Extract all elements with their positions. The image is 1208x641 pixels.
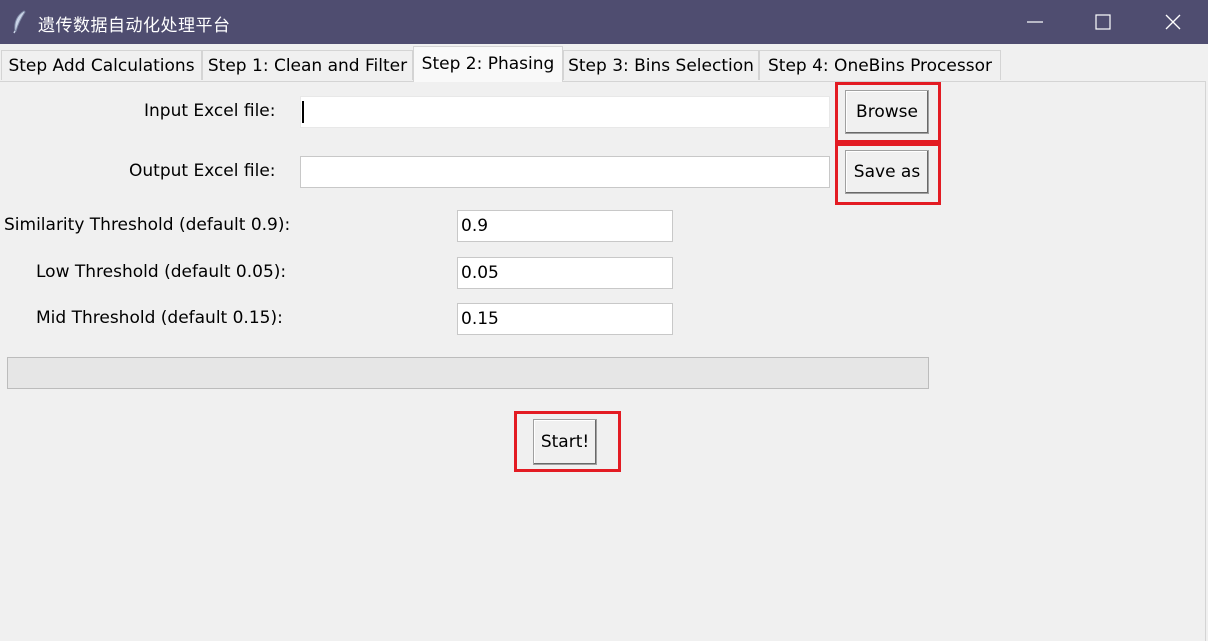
close-button[interactable]: [1138, 0, 1208, 44]
window-title: 遗传数据自动化处理平台: [38, 16, 231, 36]
low-threshold-field[interactable]: [457, 257, 673, 289]
similarity-threshold-label: Similarity Threshold (default 0.9):: [4, 215, 291, 235]
start-button[interactable]: Start!: [533, 419, 597, 465]
tab-step-2-phasing[interactable]: Step 2: Phasing: [413, 46, 563, 82]
input-file-field[interactable]: [300, 96, 830, 128]
minimize-button[interactable]: [1000, 0, 1070, 44]
title-bar: 遗传数据自动化处理平台: [0, 0, 1208, 44]
save-as-button[interactable]: Save as: [845, 150, 929, 194]
minimize-icon: [1027, 21, 1043, 23]
text-cursor: [302, 101, 304, 123]
tab-step-1-clean-and-filter[interactable]: Step 1: Clean and Filter: [202, 50, 413, 80]
output-file-label: Output Excel file:: [129, 161, 276, 181]
progress-bar: [7, 357, 929, 389]
similarity-threshold-field[interactable]: [457, 210, 673, 242]
input-file-label: Input Excel file:: [144, 101, 276, 121]
tab-step-3-bins-selection[interactable]: Step 3: Bins Selection: [563, 50, 759, 80]
tab-bar: Step Add Calculations Step 1: Clean and …: [0, 46, 1208, 82]
low-threshold-label: Low Threshold (default 0.05):: [36, 262, 287, 282]
close-icon: [1165, 14, 1181, 30]
maximize-button[interactable]: [1068, 0, 1138, 44]
tab-step-4-onebins-processor[interactable]: Step 4: OneBins Processor: [759, 50, 1001, 80]
feather-icon: [13, 10, 26, 34]
mid-threshold-label: Mid Threshold (default 0.15):: [36, 308, 283, 328]
output-file-field[interactable]: [300, 156, 830, 188]
browse-button[interactable]: Browse: [845, 90, 929, 134]
maximize-icon: [1095, 14, 1111, 30]
tab-step-add-calculations[interactable]: Step Add Calculations: [1, 50, 202, 80]
mid-threshold-field[interactable]: [457, 303, 673, 335]
